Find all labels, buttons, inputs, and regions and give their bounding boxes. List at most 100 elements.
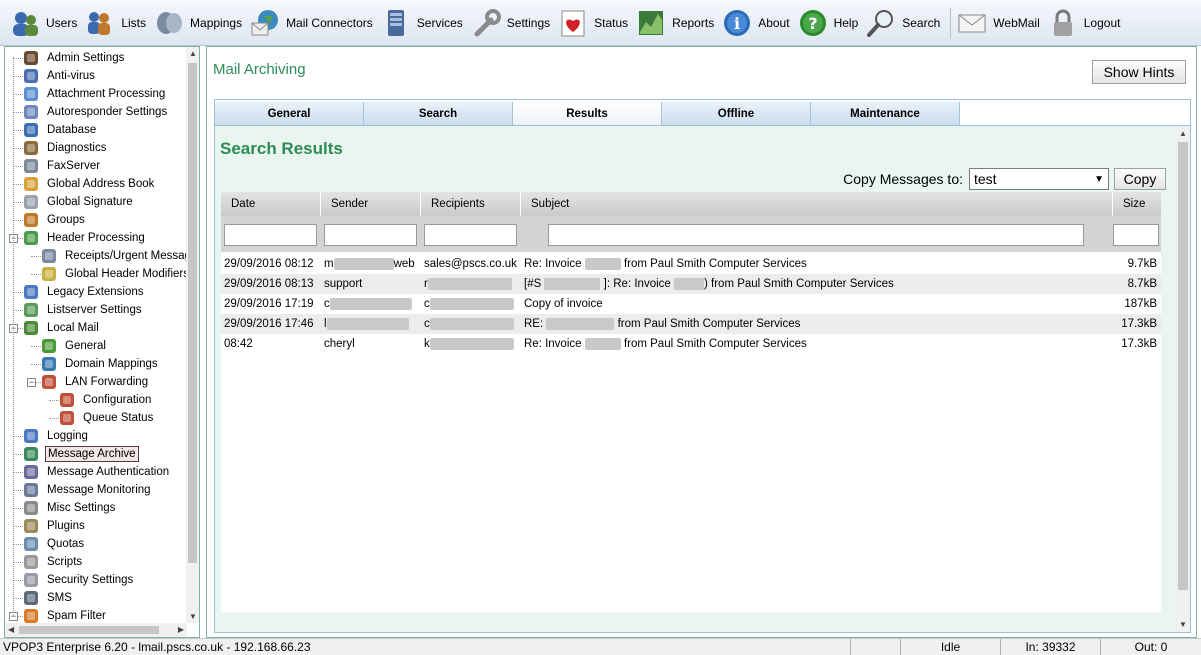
column-header-size[interactable]: Size <box>1113 192 1161 216</box>
tree-item-local-mail[interactable]: Local Mail <box>23 319 101 337</box>
copy-target-select[interactable]: test ▼ <box>969 168 1109 190</box>
tree-item-plugins[interactable]: Plugins <box>23 517 87 535</box>
tree-scroll-thumb[interactable] <box>188 63 197 563</box>
tree-connector <box>13 526 23 527</box>
tree-connector <box>13 57 14 617</box>
tab-search[interactable]: Search <box>364 102 513 126</box>
tree-item-faxserver[interactable]: FaxServer <box>23 157 102 175</box>
tree-item-security-settings[interactable]: Security Settings <box>23 571 135 589</box>
toolbar-logout-button[interactable]: Logout <box>1046 3 1127 43</box>
receipt-icon <box>41 248 57 264</box>
tree-item-queue-status[interactable]: Queue Status <box>59 409 155 427</box>
tree-hscroll-thumb[interactable] <box>19 626 159 634</box>
tree-item-listserver-settings[interactable]: Listserver Settings <box>23 301 144 319</box>
tree-item-groups[interactable]: Groups <box>23 211 87 229</box>
tab-results[interactable]: Results <box>513 102 662 126</box>
column-header-date[interactable]: Date <box>221 192 321 216</box>
toolbar-about-label: About <box>758 15 790 30</box>
copy-button[interactable]: Copy <box>1114 168 1166 190</box>
results-scroll-thumb[interactable] <box>1178 142 1188 590</box>
column-header-sender[interactable]: Sender <box>321 192 421 216</box>
tree-item-label: Autoresponder Settings <box>47 106 168 118</box>
table-row[interactable]: 29/09/2016 08:13 support r [#S ]: Re: Invoi… <box>221 274 1161 294</box>
tree-horizontal-scrollbar[interactable]: ◀ ▶ <box>5 623 187 637</box>
tree-item-domain-mappings[interactable]: Domain Mappings <box>41 355 160 373</box>
tree-item-header-processing[interactable]: Header Processing <box>23 229 147 247</box>
toolbar-reports-button[interactable]: Reports <box>634 3 720 43</box>
toolbar-mappings-button[interactable]: Mappings <box>152 3 248 43</box>
scroll-up-arrow-icon[interactable]: ▲ <box>189 49 197 58</box>
tree-item-sms[interactable]: SMS <box>23 589 74 607</box>
toolbar-search-button[interactable]: Search <box>864 3 946 43</box>
toolbar-mail-connectors-button[interactable]: Mail Connectors <box>248 3 379 43</box>
tree-item-autoresponder-settings[interactable]: Autoresponder Settings <box>23 103 169 121</box>
tree-item-admin-settings[interactable]: Admin Settings <box>23 49 126 67</box>
scroll-left-arrow-icon[interactable]: ◀ <box>8 625 14 634</box>
gears-icon <box>23 104 39 120</box>
cell-text: sales@pscs.co.uk <box>424 258 517 270</box>
table-row[interactable]: 29/09/2016 17:19 c c Copy of invoice 187kB <box>221 294 1161 314</box>
settings-tree-panel: Admin Settings Anti-virus Attachment Proce… <box>4 46 200 638</box>
redacted-text <box>546 317 615 330</box>
toolbar-services-button[interactable]: Services <box>379 3 469 43</box>
tree-item-misc-settings[interactable]: Misc Settings <box>23 499 117 517</box>
toolbar-help-button[interactable]: ? Help <box>796 3 865 43</box>
column-header-recipients[interactable]: Recipients <box>421 192 521 216</box>
tree-item-general[interactable]: General <box>41 337 108 355</box>
subject-filter-input[interactable] <box>548 224 1084 246</box>
tree-item-diagnostics[interactable]: Diagnostics <box>23 139 108 157</box>
tree-item-legacy-extensions[interactable]: Legacy Extensions <box>23 283 146 301</box>
toolbar-status-button[interactable]: Status <box>556 3 634 43</box>
tree-item-message-authentication[interactable]: Message Authentication <box>23 463 171 481</box>
globe-icon <box>41 356 57 372</box>
cell-text: 17.3kB <box>1121 318 1157 330</box>
cell-text: ]: Re: Invoice <box>603 278 671 290</box>
tree-item-spam-filter[interactable]: Spam Filter <box>23 607 108 623</box>
toolbar-lists-button[interactable]: Lists <box>83 3 152 43</box>
tree-item-database[interactable]: Database <box>23 121 98 139</box>
cell-text: m <box>324 258 334 270</box>
date-filter-input[interactable] <box>224 224 317 246</box>
cell-text: c <box>324 298 330 310</box>
tab-general[interactable]: General <box>215 102 364 126</box>
table-row[interactable]: 29/09/2016 17:46 l c RE: from Paul Smith Co… <box>221 314 1161 334</box>
toolbar-users-button[interactable]: Users <box>8 3 83 43</box>
toolbar-about-button[interactable]: i About <box>720 3 795 43</box>
info-icon: i <box>722 8 752 38</box>
cell-text: 17.3kB <box>1121 338 1157 350</box>
tree-item-quotas[interactable]: Quotas <box>23 535 86 553</box>
sender-filter-input[interactable] <box>324 224 417 246</box>
tree-item-attachment-processing[interactable]: Attachment Processing <box>23 85 167 103</box>
table-row[interactable]: 08:42 cheryl k Re: Invoice from Paul Smith … <box>221 334 1161 354</box>
size-filter-input[interactable] <box>1113 224 1159 246</box>
tree-item-global-signature[interactable]: Global Signature <box>23 193 135 211</box>
tab-maintenance[interactable]: Maintenance <box>811 102 960 126</box>
cell-recipients: r <box>424 274 520 294</box>
tree-item-global-address-book[interactable]: Global Address Book <box>23 175 156 193</box>
tree-item-configuration[interactable]: Configuration <box>59 391 153 409</box>
scroll-right-arrow-icon[interactable]: ▶ <box>178 625 184 634</box>
show-hints-button[interactable]: Show Hints <box>1092 60 1186 84</box>
scroll-down-arrow-icon[interactable]: ▼ <box>1179 620 1187 629</box>
toolbar-webmail-button[interactable]: WebMail <box>955 3 1045 43</box>
scroll-up-arrow-icon[interactable]: ▲ <box>1179 129 1187 138</box>
tree-item-receipts-urgent-messages[interactable]: Receipts/Urgent Messages <box>41 247 187 265</box>
toolbar-services-label: Services <box>416 15 463 30</box>
tree-item-global-header-modifiers[interactable]: Global Header Modifiers <box>41 265 187 283</box>
listserver-icon <box>23 302 39 318</box>
tree-vertical-scrollbar[interactable]: ▲ ▼ <box>186 47 199 623</box>
results-vertical-scrollbar[interactable]: ▲ ▼ <box>1176 126 1190 632</box>
tree-item-message-archive[interactable]: Message Archive <box>23 445 139 463</box>
tree-collapse-icon[interactable]: − <box>27 378 36 387</box>
recipients-filter-input[interactable] <box>424 224 517 246</box>
column-header-subject[interactable]: Subject <box>521 192 1113 216</box>
table-row[interactable]: 29/09/2016 08:12 m web sales@pscs.co.uk Re: … <box>221 254 1161 274</box>
tree-item-logging[interactable]: Logging <box>23 427 90 445</box>
tab-offline[interactable]: Offline <box>662 102 811 126</box>
tree-item-scripts[interactable]: Scripts <box>23 553 84 571</box>
tree-item-lan-forwarding[interactable]: LAN Forwarding <box>41 373 150 391</box>
scroll-down-arrow-icon[interactable]: ▼ <box>189 612 197 621</box>
toolbar-settings-button[interactable]: Settings <box>469 3 556 43</box>
tree-item-anti-virus[interactable]: Anti-virus <box>23 67 97 85</box>
tree-item-message-monitoring[interactable]: Message Monitoring <box>23 481 153 499</box>
